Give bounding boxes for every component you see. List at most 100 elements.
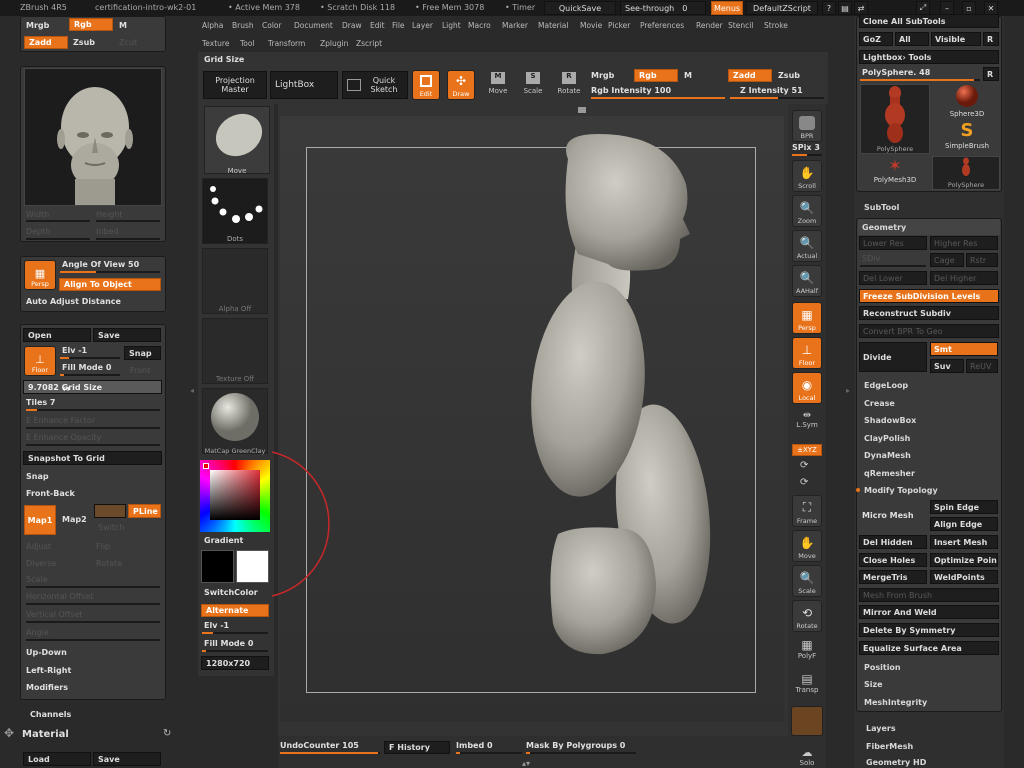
- fill-mode-slider[interactable]: [60, 374, 120, 376]
- undo-counter-slider[interactable]: [280, 752, 380, 754]
- bpr-button[interactable]: BPR: [792, 110, 822, 142]
- cage-button[interactable]: Cage: [930, 253, 964, 267]
- edit-button[interactable]: Edit: [412, 70, 440, 100]
- mirror-and-weld-button[interactable]: Mirror And Weld: [859, 605, 999, 619]
- frame-button[interactable]: ⛶ Frame: [792, 495, 822, 527]
- claypolish-header[interactable]: ClayPolish: [860, 430, 1000, 446]
- menu-layer[interactable]: Layer: [412, 21, 433, 30]
- tool-r-button[interactable]: R: [983, 67, 999, 81]
- tool-thumb-polysphere2[interactable]: PolySphere: [932, 156, 1000, 190]
- menu-transform[interactable]: Transform: [268, 39, 305, 48]
- menu-tool[interactable]: Tool: [240, 39, 255, 48]
- menu-file[interactable]: File: [392, 21, 405, 30]
- polyf-button[interactable]: ▦ PolyF: [792, 638, 822, 666]
- menu-marker[interactable]: Marker: [502, 21, 528, 30]
- auto-adjust-distance-button[interactable]: Auto Adjust Distance: [26, 297, 121, 306]
- equalize-surface-area-button[interactable]: Equalize Surface Area: [859, 641, 999, 655]
- tool-thumb-simplebrush[interactable]: S SimpleBrush: [934, 120, 1000, 154]
- color-picker-square[interactable]: [210, 470, 260, 520]
- diverse-button[interactable]: Diverse: [26, 559, 56, 568]
- current-tool-slider[interactable]: [860, 79, 980, 81]
- modifiers-header[interactable]: Modifiers: [26, 683, 68, 692]
- menus-button[interactable]: Menus: [711, 1, 743, 15]
- left-zcut-button[interactable]: Zcut: [119, 38, 137, 47]
- menu-alpha[interactable]: Alpha: [202, 21, 223, 30]
- swap-icon[interactable]: ⇄: [854, 1, 868, 15]
- sculpt-model[interactable]: [278, 104, 788, 736]
- modify-topology-header[interactable]: Modify Topology: [860, 482, 1000, 498]
- tool-thumb-sphere3d[interactable]: Sphere3D: [934, 84, 1000, 118]
- right-collapse-icon[interactable]: ▸: [846, 386, 850, 395]
- goz-all-button[interactable]: All: [895, 32, 929, 46]
- menu-light[interactable]: Light: [442, 21, 461, 30]
- layers-header[interactable]: Layers: [862, 720, 1002, 736]
- palette-elv-slider[interactable]: [202, 632, 268, 634]
- menu-picker[interactable]: Picker: [608, 21, 630, 30]
- grid-size-slider[interactable]: 9.7082 Grid Size: [23, 380, 162, 394]
- secondary-color-swatch[interactable]: [236, 550, 269, 583]
- del-lower-button[interactable]: Del Lower: [859, 271, 927, 285]
- tool-thumb-polymesh3d[interactable]: ✶ PolyMesh3D: [860, 156, 930, 190]
- left-collapse-icon[interactable]: ◂: [190, 386, 194, 395]
- maximize-icon[interactable]: ▫: [962, 1, 976, 15]
- menu-material[interactable]: Material: [538, 21, 568, 30]
- zoom-button[interactable]: 🔍 Zoom: [792, 195, 822, 227]
- minimize-icon[interactable]: –: [940, 1, 954, 15]
- height-slider[interactable]: [96, 220, 160, 222]
- freeze-subdivision-button[interactable]: Freeze SubDivision Levels: [859, 289, 999, 303]
- canvas-top-handle-icon[interactable]: [578, 107, 586, 113]
- fullscreen-icon[interactable]: ⤢: [916, 1, 930, 15]
- left-m-button[interactable]: M: [119, 21, 127, 30]
- draw-button[interactable]: ✣ Draw: [447, 70, 475, 100]
- shelf-m-button[interactable]: M: [684, 71, 692, 80]
- align-to-object-button[interactable]: Align To Object: [59, 278, 161, 291]
- delete-by-symmetry-button[interactable]: Delete By Symmetry: [859, 623, 999, 637]
- brush-move-tile[interactable]: Move: [204, 106, 270, 175]
- depth-slider[interactable]: [26, 238, 90, 240]
- shelf-mrgb-button[interactable]: Mrgb: [591, 71, 614, 80]
- geometry-hd-header[interactable]: Geometry HD: [862, 756, 1002, 768]
- insert-mesh-button[interactable]: Insert Mesh: [930, 535, 998, 549]
- meshintegrity-header[interactable]: MeshIntegrity: [860, 694, 1000, 710]
- alternate-button[interactable]: Alternate: [201, 604, 269, 617]
- material-save-button[interactable]: Save: [93, 752, 161, 766]
- edgeloop-header[interactable]: EdgeLoop: [860, 377, 1000, 393]
- history-button[interactable]: F History: [384, 741, 450, 754]
- left-zsub-button[interactable]: Zsub: [73, 38, 95, 47]
- aahalf-button[interactable]: 🔍 AAHalf: [792, 265, 822, 297]
- goz-r-button[interactable]: R: [983, 32, 999, 46]
- shelf-zadd-button[interactable]: Zadd: [728, 69, 772, 82]
- menu-preferences[interactable]: Preferences: [640, 21, 684, 30]
- goz-button[interactable]: GoZ: [859, 32, 893, 46]
- rotate-button[interactable]: R Rotate: [555, 70, 583, 100]
- micro-mesh-button[interactable]: Micro Mesh: [862, 511, 914, 520]
- menu-zplugin[interactable]: Zplugin: [320, 39, 348, 48]
- crease-header[interactable]: Crease: [860, 395, 1000, 411]
- right-move-button[interactable]: ✋ Move: [792, 530, 822, 562]
- optimize-points-button[interactable]: Optimize Poin: [930, 553, 998, 567]
- scale-button[interactable]: S Scale: [520, 70, 546, 100]
- elv-slider[interactable]: [60, 357, 120, 359]
- channels-header[interactable]: Channels: [30, 710, 71, 719]
- menu-document[interactable]: Document: [294, 21, 333, 30]
- imbed-slider[interactable]: [456, 752, 522, 754]
- size-header[interactable]: Size: [860, 676, 1000, 692]
- grid-color-swatch[interactable]: [94, 504, 126, 518]
- menu-stencil[interactable]: Stencil: [728, 21, 753, 30]
- material-tile[interactable]: MatCap GreenClay: [202, 388, 268, 455]
- adjust-button[interactable]: Adjust: [26, 542, 51, 551]
- menu-draw[interactable]: Draw: [342, 21, 362, 30]
- open-button[interactable]: Open: [23, 328, 91, 342]
- gradient-button[interactable]: Gradient: [204, 536, 243, 545]
- help-icon[interactable]: ?: [822, 1, 836, 15]
- horizontal-offset-slider[interactable]: [26, 603, 160, 605]
- menu-macro[interactable]: Macro: [468, 21, 491, 30]
- palette-dock-icon[interactable]: ✥: [4, 726, 14, 740]
- right-floor-button[interactable]: ⊥ Floor: [792, 337, 822, 369]
- pline-button[interactable]: PLine: [128, 504, 161, 518]
- quick-sketch-button[interactable]: Quick Sketch: [342, 71, 408, 99]
- left-zadd-button[interactable]: Zadd: [24, 36, 68, 49]
- default-zscript-button[interactable]: DefaultZScript: [746, 1, 818, 15]
- left-right-header[interactable]: Left-Right: [26, 666, 71, 675]
- main-color-swatch[interactable]: [201, 550, 234, 583]
